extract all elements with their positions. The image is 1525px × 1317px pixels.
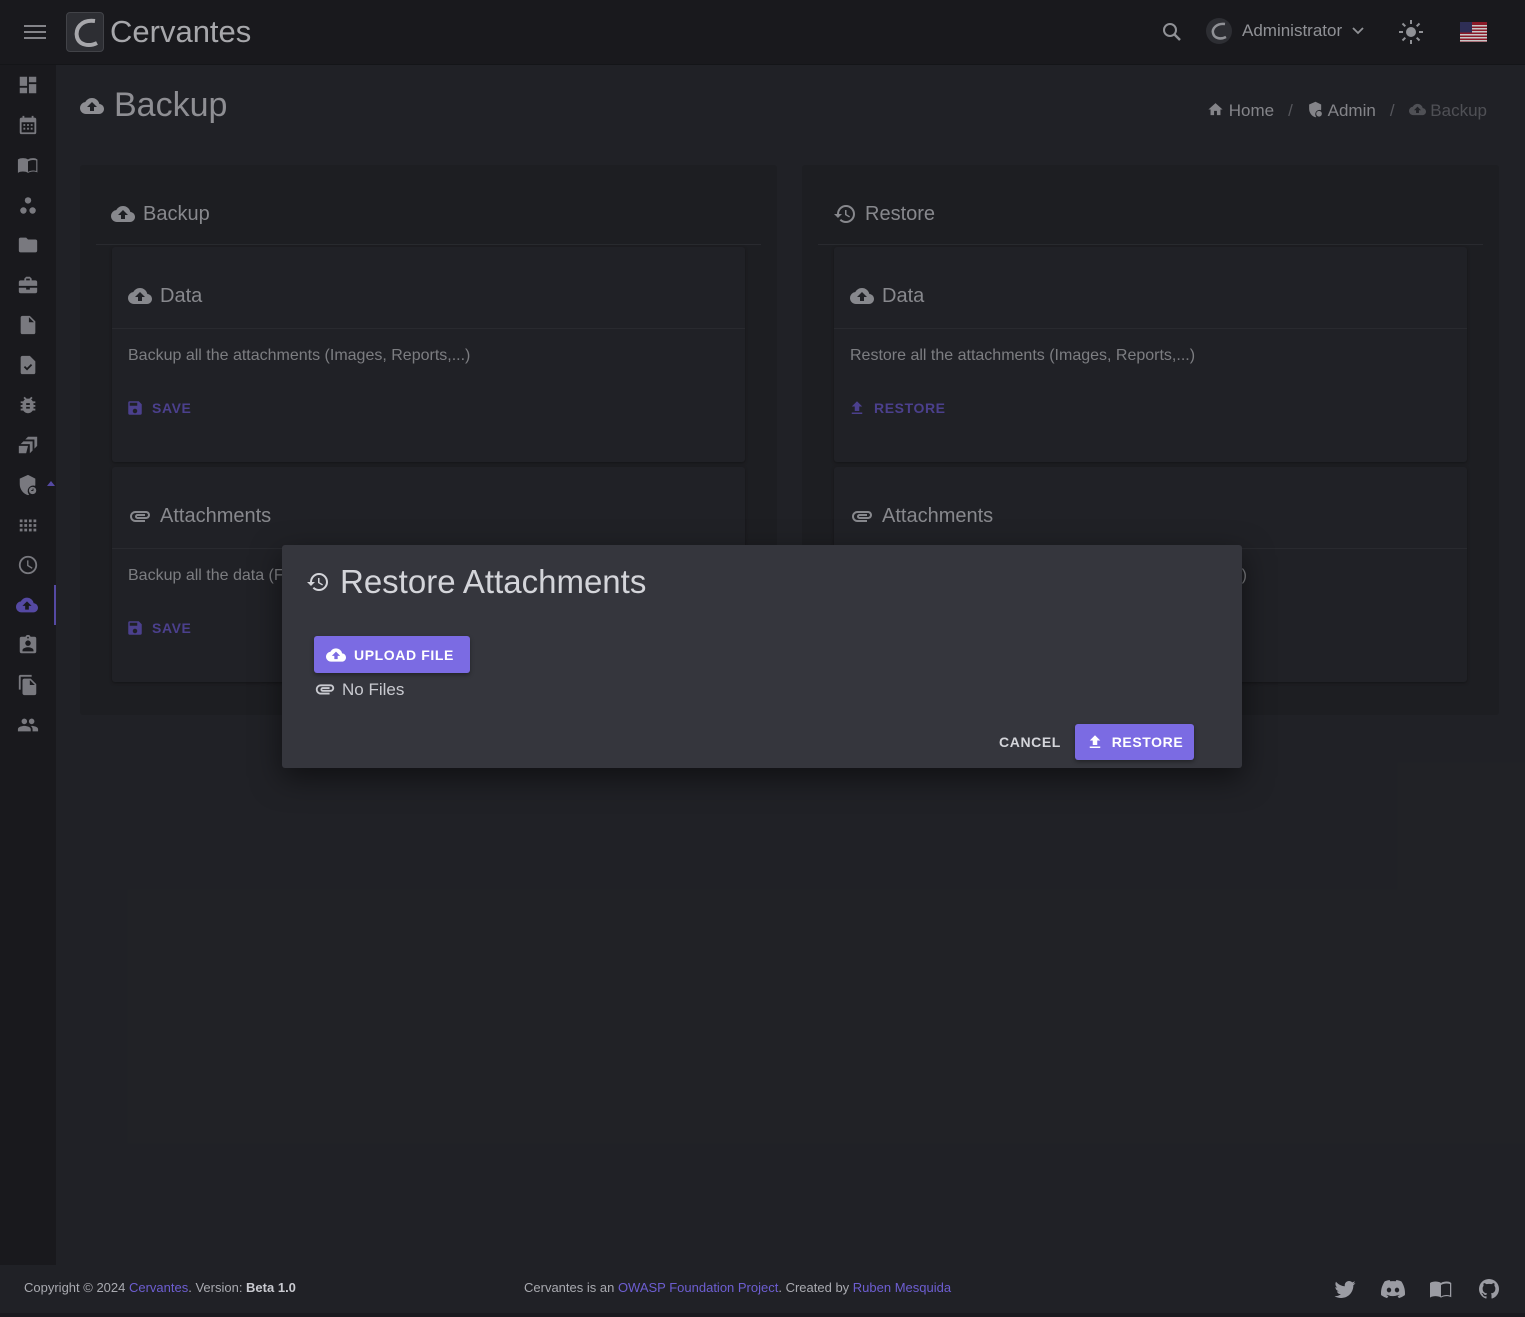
restore-label: RESTORE — [1111, 734, 1184, 750]
dialog-title: Restore Attachments — [306, 563, 646, 601]
version-value: Beta 1.0 — [246, 1280, 296, 1295]
owasp-link[interactable]: OWASP Foundation Project — [618, 1280, 778, 1295]
footer-social — [1333, 1277, 1501, 1301]
paperclip-icon — [315, 684, 335, 695]
cancel-button[interactable]: CANCEL — [994, 725, 1066, 759]
upload-icon — [1089, 735, 1100, 748]
twitter-icon[interactable] — [1333, 1277, 1357, 1301]
bottom-edge — [0, 1313, 1525, 1317]
dialog-title-text: Restore Attachments — [340, 563, 647, 600]
footer-credits: Cervantes is an OWASP Foundation Project… — [524, 1280, 951, 1295]
copyright-text: Copyright © 2024 — [24, 1280, 129, 1295]
upload-file-label: UPLOAD FILE — [354, 646, 454, 663]
discord-icon[interactable] — [1381, 1277, 1405, 1301]
no-files-label: No Files — [342, 680, 405, 699]
github-icon[interactable] — [1477, 1277, 1501, 1301]
author-link[interactable]: Ruben Mesquida — [853, 1280, 951, 1295]
project-prefix: Cervantes is an — [524, 1280, 618, 1295]
brand-link[interactable]: Cervantes — [129, 1280, 188, 1295]
cloud-upload-icon — [326, 647, 346, 662]
footer-copyright: Copyright © 2024 Cervantes. Version: Bet… — [24, 1280, 296, 1295]
history-icon — [307, 573, 328, 591]
restore-attachments-dialog: Restore Attachments UPLOAD FILE No Files… — [282, 545, 1242, 768]
created-by-text: . Created by — [778, 1280, 853, 1295]
restore-button[interactable]: RESTORE — [1075, 724, 1194, 760]
book-icon[interactable] — [1429, 1277, 1453, 1301]
footer: Copyright © 2024 Cervantes. Version: Bet… — [0, 1265, 1525, 1313]
version-label: . Version: — [188, 1280, 247, 1295]
file-list: No Files — [314, 678, 404, 700]
upload-file-button[interactable]: UPLOAD FILE — [314, 636, 470, 673]
